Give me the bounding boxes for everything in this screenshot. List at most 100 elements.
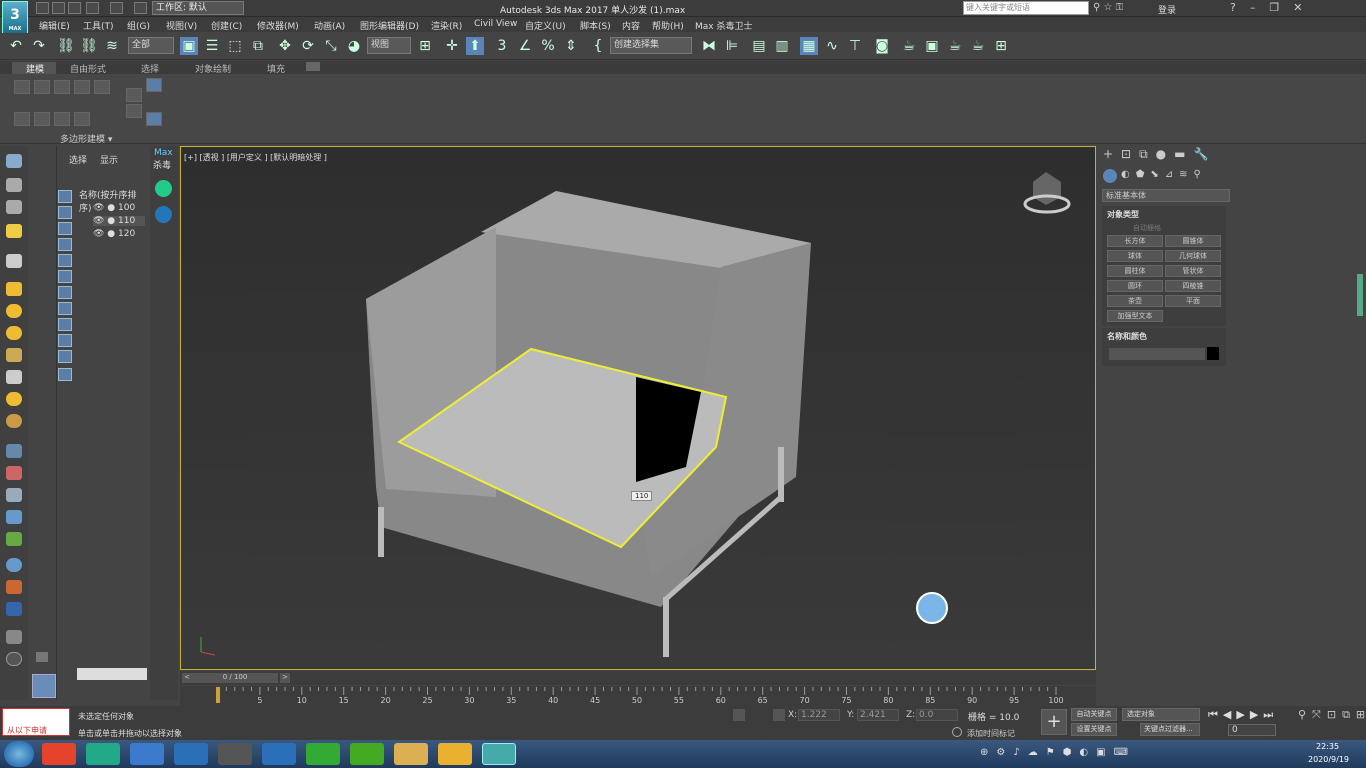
keyboard-shortcut-icon[interactable]: ⬆ xyxy=(466,37,484,55)
a360-icon[interactable]: ⊞ xyxy=(992,37,1010,55)
workspace-select[interactable]: 工作区: 默认 xyxy=(152,1,244,15)
layer-explorer-icon[interactable]: ▥ xyxy=(773,37,791,55)
filter-group-icon[interactable] xyxy=(58,286,72,299)
filter-extra-icons[interactable] xyxy=(60,390,70,480)
add-time-tag[interactable]: 添加时间标记 xyxy=(967,728,1015,739)
render-iterative-icon[interactable]: ☕ xyxy=(969,37,987,55)
helper-icon[interactable] xyxy=(6,224,22,238)
render-setup-icon[interactable]: ☕ xyxy=(900,37,918,55)
project-folder-icon[interactable] xyxy=(134,2,147,14)
category-icons[interactable]: ◐⬟⬊⊿≋⚲ xyxy=(1121,169,1231,183)
ribbon-tool-icon[interactable] xyxy=(126,104,142,118)
ribbon-tool-icon[interactable] xyxy=(126,88,142,102)
autogrid-checkbox[interactable]: 自动栅格 xyxy=(1133,223,1161,233)
cylinder-button[interactable]: 圆柱体 xyxy=(1107,265,1163,277)
scene-explorer-icon[interactable]: ▤ xyxy=(750,37,768,55)
edit-named-sel-icon[interactable]: { xyxy=(589,37,607,55)
cylinder-icon[interactable] xyxy=(6,326,22,340)
next-frame-icon[interactable]: > xyxy=(280,673,290,683)
ribbon-tool-icon[interactable] xyxy=(34,112,50,126)
ribbon-panel-label[interactable]: 多边形建模 ▾ xyxy=(60,132,112,145)
viewport-navigation-icons[interactable]: ⚲⤧⊡⧉⊞⟳ xyxy=(1298,708,1366,736)
app-icon-window[interactable] xyxy=(218,743,252,765)
prev-frame-icon[interactable]: < xyxy=(182,673,192,683)
menu-views[interactable]: 视图(V) xyxy=(166,19,197,32)
menu-rendering[interactable]: 渲染(R) xyxy=(431,19,462,32)
tab-display[interactable]: 显示 xyxy=(100,153,118,166)
redo-icon[interactable]: ↷ xyxy=(30,37,48,55)
redo-icon[interactable] xyxy=(110,2,123,14)
filter-spacewarp-icon[interactable] xyxy=(58,270,72,283)
ribbon-toggle-icon[interactable]: ▦ xyxy=(800,37,818,55)
ribbon-tool-icon[interactable] xyxy=(74,80,90,94)
panel-scrollbar[interactable] xyxy=(1357,274,1363,316)
geometry-icon[interactable] xyxy=(1103,169,1117,183)
schematic-view-icon[interactable]: ⊤ xyxy=(846,37,864,55)
current-frame-marker[interactable] xyxy=(216,687,220,703)
globe-icon[interactable] xyxy=(6,558,22,572)
unlink-icon[interactable]: ⛓ xyxy=(80,37,98,55)
text-plus-button[interactable]: 加强型文本 xyxy=(1107,310,1163,322)
shape-icon[interactable] xyxy=(6,178,22,192)
search-input[interactable]: 键入关键字或短语 xyxy=(963,1,1089,15)
rendered-frame-icon[interactable]: ▣ xyxy=(923,37,941,55)
selection-filter-select[interactable]: 全部 xyxy=(128,37,174,54)
sphere-icon[interactable] xyxy=(6,304,22,318)
reference-coord-select[interactable]: 视图 xyxy=(367,37,411,54)
3dsmax-task-icon[interactable] xyxy=(482,743,516,765)
save-file-icon[interactable] xyxy=(68,2,81,14)
maxscript-listener[interactable]: 从以下申请 xyxy=(2,708,70,736)
curve-editor-icon[interactable]: ∿ xyxy=(823,37,841,55)
app-icon-cloud[interactable] xyxy=(438,743,472,765)
z-coord-field[interactable]: 0.0 xyxy=(916,709,958,721)
window-crossing-icon[interactable]: ⧉ xyxy=(249,37,267,55)
filter-camera-icon[interactable] xyxy=(58,238,72,251)
filter-shape-icon[interactable] xyxy=(58,206,72,219)
ribbon-tool-icon[interactable] xyxy=(14,112,30,126)
start-button[interactable] xyxy=(4,741,34,767)
open-file-icon[interactable] xyxy=(52,2,65,14)
app-icon-green[interactable] xyxy=(350,743,384,765)
bind-spacewarp-icon[interactable]: ≋ xyxy=(103,37,121,55)
y-coord-field[interactable]: 2.421 xyxy=(857,709,899,721)
tube-button[interactable]: 管状体 xyxy=(1165,265,1221,277)
rotate-icon[interactable]: ⟳ xyxy=(299,37,317,55)
torus-button[interactable]: 圆环 xyxy=(1107,280,1163,292)
menu-max-antivirus[interactable]: Max 杀毒卫士 xyxy=(695,19,752,32)
sun-icon[interactable] xyxy=(6,392,22,406)
teapot-icon[interactable] xyxy=(6,348,22,362)
box-icon[interactable] xyxy=(6,282,22,296)
filter-light-icon[interactable] xyxy=(58,222,72,235)
viewport-label[interactable]: [+] [透视 ] [用户定义 ] [默认明暗处理 ] xyxy=(184,152,327,163)
set-key-button[interactable]: 设置关键点 xyxy=(1071,723,1117,736)
color-icon[interactable] xyxy=(6,580,22,594)
menu-modifiers[interactable]: 修改器(M) xyxy=(257,19,299,32)
horizontal-scrollbar[interactable] xyxy=(77,668,147,680)
geosphere-button[interactable]: 几何球体 xyxy=(1165,250,1221,262)
ribbon-tool-icon[interactable] xyxy=(14,80,30,94)
menu-content[interactable]: 内容 xyxy=(622,19,640,32)
window-controls[interactable]: ?–❐✕ xyxy=(1230,1,1366,16)
time-tag-icon[interactable] xyxy=(952,727,962,737)
manipulate-icon[interactable]: ✛ xyxy=(443,37,461,55)
list-item[interactable]: 👁 ● 100 xyxy=(93,203,135,213)
rollout-title-name-color[interactable]: 名称和颜色 xyxy=(1107,331,1147,342)
set-key-plus-button[interactable]: + xyxy=(1041,709,1067,735)
scale-icon[interactable]: ⤡ xyxy=(322,37,340,55)
key-filters-button[interactable]: 关键点过滤器... xyxy=(1140,723,1200,736)
ribbon-tool-icon[interactable] xyxy=(94,80,110,94)
light-icon[interactable] xyxy=(6,200,22,214)
percent-snap-icon[interactable]: % xyxy=(539,37,557,55)
rollout-title-object-type[interactable]: 对象类型 xyxy=(1107,209,1139,220)
new-file-icon[interactable] xyxy=(36,2,49,14)
ie-icon[interactable] xyxy=(262,743,296,765)
app-icon-360[interactable] xyxy=(42,743,76,765)
spacewarp-icon[interactable] xyxy=(6,254,22,268)
object-name-input[interactable] xyxy=(1109,348,1205,360)
menu-group[interactable]: 组(G) xyxy=(127,19,150,32)
perspective-viewport[interactable]: 110 xyxy=(180,146,1096,670)
key-filter-select[interactable]: 选定对象 xyxy=(1122,708,1200,721)
login-button[interactable]: 登录 xyxy=(1158,3,1176,16)
pivot-icon[interactable]: ⊞ xyxy=(416,37,434,55)
app-icon-player[interactable] xyxy=(86,743,120,765)
